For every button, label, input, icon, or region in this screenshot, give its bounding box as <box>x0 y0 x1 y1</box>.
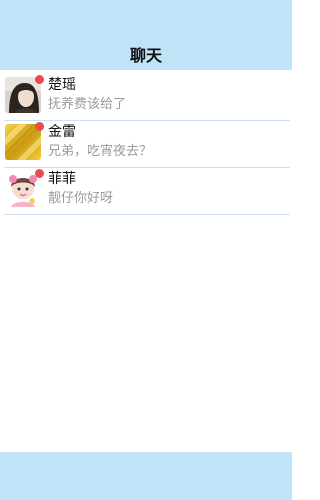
chat-name: 菲菲 <box>48 171 76 187</box>
chat-item-feifei[interactable]: 菲菲 靓仔你好呀 <box>4 168 290 215</box>
unread-badge <box>35 169 44 178</box>
top-bar: 聊天 <box>0 0 292 70</box>
chat-name: 金雷 <box>48 124 76 140</box>
chat-screen: 聊天 楚瑶 抚养费该给了 金雷 兄弟，吃宵夜去？ 菲菲 靓仔你好呀 <box>0 0 292 500</box>
unread-badge <box>35 75 44 84</box>
chat-item-jinlei[interactable]: 金雷 兄弟，吃宵夜去？ <box>4 121 290 168</box>
chat-list: 楚瑶 抚养费该给了 金雷 兄弟，吃宵夜去？ 菲菲 靓仔你好呀 <box>4 74 290 215</box>
bottom-bar <box>0 452 292 500</box>
chat-last-message: 靓仔你好呀 <box>48 191 114 206</box>
chat-name: 楚瑶 <box>48 77 76 93</box>
unread-badge <box>35 122 44 131</box>
chat-item-chuyao[interactable]: 楚瑶 抚养费该给了 <box>4 74 290 121</box>
chat-last-message: 抚养费该给了 <box>48 97 127 112</box>
chat-last-message: 兄弟，吃宵夜去？ <box>48 144 153 159</box>
page-title: 聊天 <box>129 46 162 65</box>
